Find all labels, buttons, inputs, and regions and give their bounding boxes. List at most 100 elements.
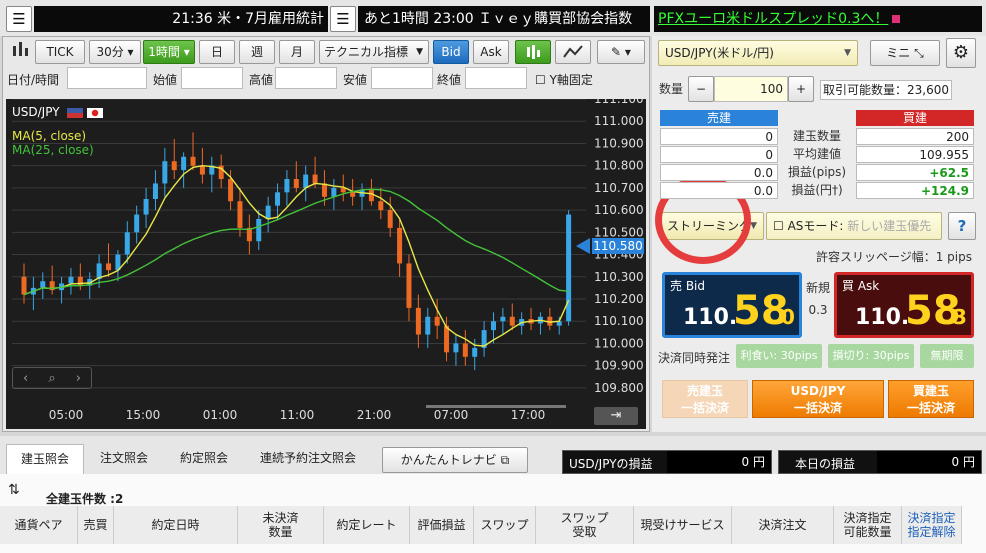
pair-pl-label: USD/JPYの損益 [569, 457, 653, 471]
candle-body [228, 179, 234, 202]
day-button[interactable]: 日 [199, 40, 235, 64]
news-ticker-bar: ☰ 21:36 米・7月雇用統計 ☰ あと1時間 23:00 Ｉｖｅｙ購買部協会… [0, 0, 986, 36]
sell-bid-button[interactable]: 売 Bid 110. 58 0 [662, 272, 802, 338]
chart-scrollbar [426, 405, 566, 408]
column-header: 約定日時 [114, 506, 238, 544]
scroll-latest-icon[interactable]: ⇥ [594, 407, 638, 425]
technical-indicator-select[interactable]: テクニカル指標 ▼ [319, 40, 429, 64]
help-icon[interactable]: ? [948, 212, 976, 240]
news-ticker-2[interactable]: あと1時間 23:00 Ｉｖｅｙ購買部協会指数 [358, 6, 650, 32]
qty-input[interactable]: 100 [714, 76, 788, 102]
tick-button[interactable]: TICK [35, 40, 85, 64]
column-header: 通貨ペア [0, 506, 78, 544]
trade-navi-label: かんたんトレナビ [400, 453, 497, 467]
buy-row-value: +124.9 [856, 182, 974, 199]
menu-icon[interactable]: ☰ [6, 6, 32, 32]
candle-body [106, 263, 112, 271]
magnifier-icon[interactable]: ⌕ [48, 371, 55, 386]
open-label: 始値 [153, 73, 178, 87]
column-header[interactable]: 決済指定 指定解除 [902, 506, 962, 544]
us-flag-icon [67, 107, 84, 118]
chevron-left-icon[interactable]: ‹ [23, 371, 28, 386]
sell-position-header: 売建 [660, 110, 778, 126]
today-pl-value: 0 円 [877, 451, 981, 473]
candle-body [68, 276, 74, 284]
buy-row-value: +62.5 [856, 164, 974, 181]
candle-body [397, 227, 403, 264]
close-all-buy-button[interactable]: 買建玉 一括決済 [888, 380, 974, 418]
available-qty: 取引可能数量：23,600 [820, 80, 952, 100]
qty-minus-button[interactable]: − [688, 76, 714, 102]
position-count: 全建玉件数 :2 [46, 492, 124, 506]
candle-body [303, 174, 309, 188]
news-ticker-1[interactable]: 21:36 米・7月雇用統計 [34, 6, 328, 32]
candle-body [434, 316, 440, 326]
column-header: 評価損益 [410, 506, 474, 544]
y-tick-label: 110.000 [594, 336, 644, 350]
sell-bid-big: 110. [683, 305, 738, 330]
news-list-icon[interactable]: ☰ [330, 6, 356, 32]
as-mode-select[interactable]: ☐ ASモード: 新しい建玉優先 [766, 212, 942, 240]
candle-body [312, 174, 318, 184]
chart-panel: TICK 30分 ▾ 1時間 ▾ 日 週 月 テクニカル指標 ▼ Bid Ask … [2, 36, 650, 432]
candle-body [444, 325, 450, 353]
chart-pair-label: USD/JPY [12, 105, 104, 119]
mini-mode-button[interactable]: ミニ ⤡ [870, 40, 940, 66]
close-all-sell-button[interactable]: 売建玉 一括決済 [662, 380, 748, 418]
as-mode-checkbox[interactable]: ☐ [773, 219, 784, 233]
y-tick-label: 110.900 [594, 136, 644, 150]
tab-continuous-orders[interactable]: 連続予約注文照会 [246, 444, 370, 474]
ad-banner-link[interactable]: PFXユーロ米ドルスプレッド0.3へ！ [654, 6, 982, 32]
hour-select[interactable]: 1時間 ▾ [143, 40, 195, 64]
candle-body [171, 161, 177, 171]
week-button[interactable]: 週 [239, 40, 275, 64]
candle-body [40, 281, 46, 288]
take-profit-button[interactable]: 利食い: 30pips [736, 344, 822, 368]
candle-body [415, 307, 421, 335]
chevron-down-icon: ▼ [844, 48, 851, 58]
bid-toggle[interactable]: Bid [433, 40, 469, 64]
popup-window-icon: ⧉ [500, 453, 510, 467]
column-header: スワップ 受取 [536, 506, 634, 544]
qty-plus-button[interactable]: + [788, 76, 814, 102]
no-expiry-button[interactable]: 無期限 [920, 344, 974, 368]
y-tick-label: 109.800 [594, 381, 644, 395]
candle-body [124, 232, 130, 255]
candle-body [152, 183, 158, 199]
chart-type-icon[interactable] [7, 40, 33, 64]
y-tick-label: 111.100 [594, 99, 644, 106]
currency-pair-select[interactable]: USD/JPY(米ドル/円) ▼ [658, 40, 858, 66]
month-button[interactable]: 月 [279, 40, 315, 64]
minute-select[interactable]: 30分 ▾ [89, 40, 141, 64]
x-tick-label: 11:00 [280, 408, 315, 422]
y-tick-label: 110.700 [594, 181, 644, 195]
settle-order-label: 決済同時発注 [658, 351, 731, 365]
ask-toggle[interactable]: Ask [473, 40, 509, 64]
close-all-pair-button[interactable]: USD/JPY 一括決済 [752, 380, 884, 418]
trade-navi-button[interactable]: かんたんトレナビ ⧉ [382, 447, 528, 473]
price-chart[interactable]: 111.100 111.000 110.900 110.800 110.700 110.6… [6, 92, 646, 429]
yaxis-fix-checkbox[interactable]: ☐ Y軸固定 [535, 71, 593, 88]
tab-executions[interactable]: 約定照会 [166, 444, 242, 474]
line-chart-icon[interactable] [555, 40, 591, 64]
gear-icon[interactable]: ⚙ [946, 38, 976, 68]
draw-tool-icon[interactable]: ✎ ▾ [597, 40, 645, 64]
as-mode-value: 新しい建玉優先 [847, 219, 932, 233]
x-tick-label: 21:00 [357, 408, 392, 422]
tab-orders[interactable]: 注文照会 [88, 444, 160, 474]
column-header: 売買 [78, 506, 114, 544]
chevron-right-icon[interactable]: › [76, 371, 81, 386]
sort-icon[interactable]: ⇅ [8, 482, 20, 498]
row-label: 建玉数量 [792, 129, 841, 143]
candle-body [331, 187, 337, 197]
candle-body [321, 183, 327, 197]
candlestick-icon[interactable] [515, 40, 551, 64]
candle-body [425, 316, 431, 335]
candle-body [500, 316, 506, 322]
buy-ask-button[interactable]: 買 Ask 110. 58 3 [834, 272, 974, 338]
stop-loss-button[interactable]: 損切り: 30pips [828, 344, 914, 368]
chevron-down-icon: ▼ [416, 47, 423, 57]
candle-body [237, 201, 243, 228]
sell-row-value: 0 [660, 128, 778, 145]
tab-positions[interactable]: 建玉照会 [6, 444, 84, 474]
